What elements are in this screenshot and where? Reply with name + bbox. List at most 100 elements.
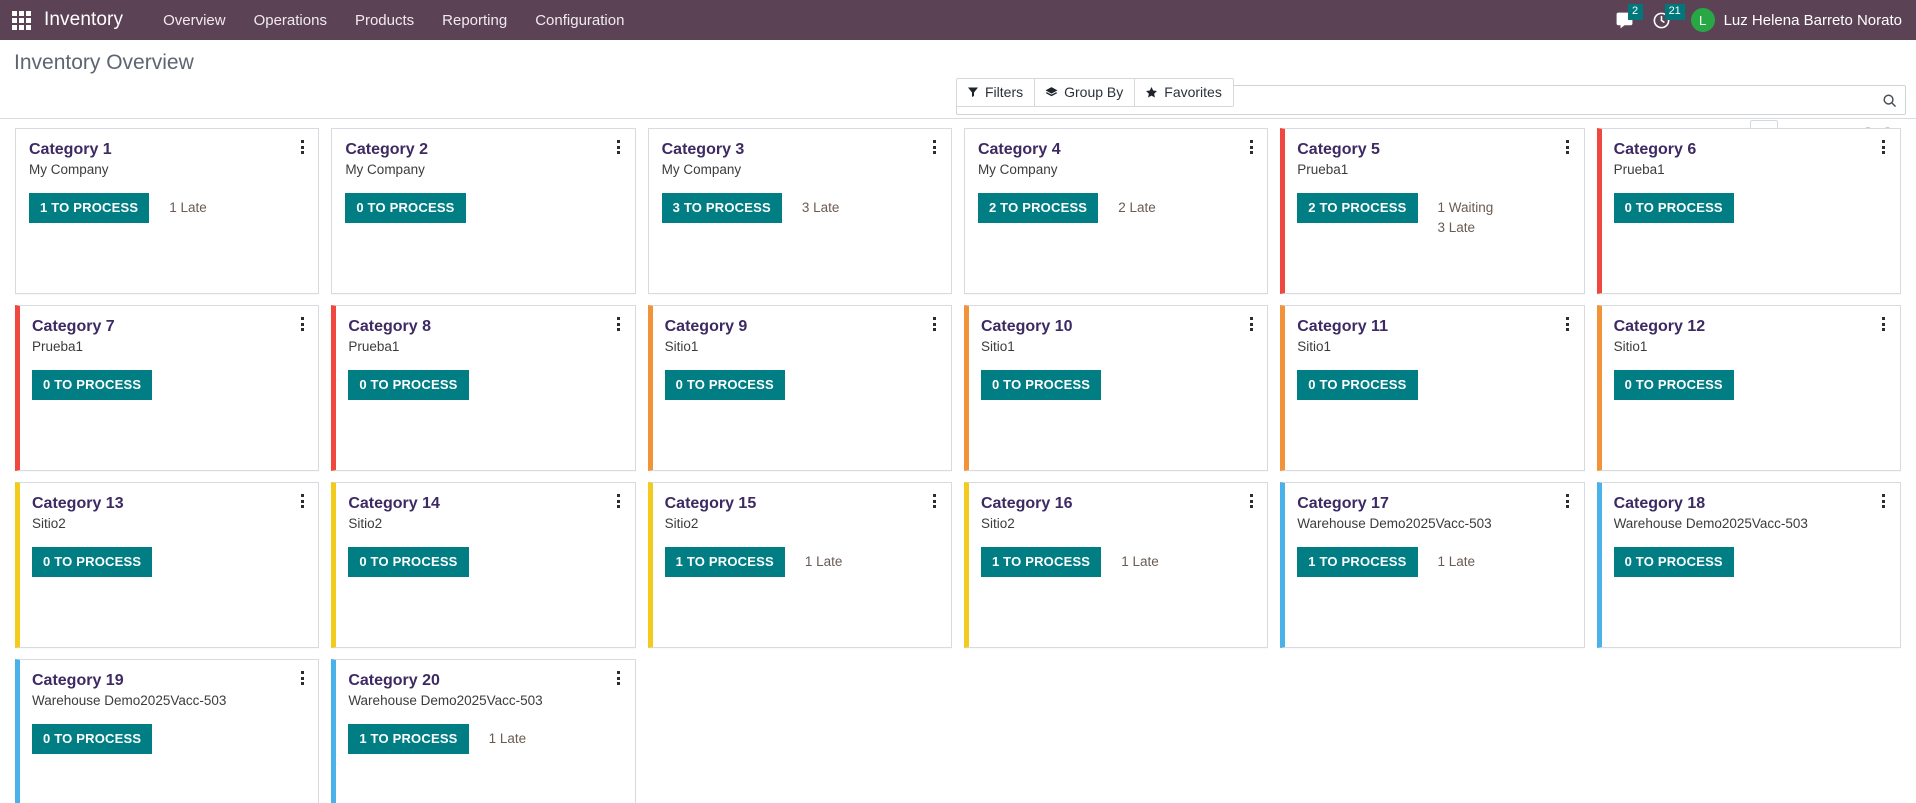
to-process-button[interactable]: 0 TO PROCESS — [32, 547, 153, 578]
kebab-menu-icon[interactable] — [1244, 315, 1258, 333]
messages-menu[interactable]: 2 — [1615, 3, 1643, 30]
filters-dropdown-button[interactable]: Filters — [957, 79, 1036, 106]
menu-item-overview[interactable]: Overview — [149, 3, 240, 38]
kanban-card[interactable]: Category 11 Sitio1 0 TO PROCESS — [1280, 305, 1585, 471]
kanban-card-stat-link[interactable]: 1 Late — [1438, 554, 1476, 570]
app-brand-inventory[interactable]: Inventory — [44, 9, 123, 31]
kanban-card-body: 0 TO PROCESS — [348, 370, 621, 401]
avatar: L — [1690, 8, 1715, 32]
kanban-card-container: Category 11 Sitio1 0 TO PROCESS — [1274, 305, 1590, 482]
kanban-card-container: Category 12 Sitio1 0 TO PROCESS — [1591, 305, 1907, 482]
kanban-card-stat-link[interactable]: 1 Late — [489, 731, 527, 747]
search-icon[interactable] — [1882, 93, 1897, 108]
kanban-card[interactable]: Category 13 Sitio2 0 TO PROCESS — [15, 482, 320, 648]
kanban-card-subtitle: Sitio1 — [664, 339, 699, 355]
kanban-card-container: Category 1 My Company 1 TO PROCESS 1 Late — [9, 128, 325, 305]
kebab-menu-icon[interactable] — [295, 669, 309, 687]
to-process-button[interactable]: 0 TO PROCESS — [1613, 370, 1734, 401]
to-process-button[interactable]: 0 TO PROCESS — [980, 370, 1102, 401]
activities-menu[interactable]: 21 — [1652, 3, 1685, 30]
kebab-menu-icon[interactable] — [928, 315, 942, 333]
kanban-card-stat-link[interactable]: 3 Late — [802, 200, 840, 216]
kebab-menu-icon[interactable] — [295, 138, 309, 156]
kanban-card-container: Category 6 Prueba1 0 TO PROCESS — [1591, 128, 1907, 305]
kanban-card-stat-link[interactable]: 1 Late — [169, 200, 207, 216]
menu-item-products[interactable]: Products — [341, 3, 428, 38]
to-process-button[interactable]: 0 TO PROCESS — [348, 547, 469, 578]
user-menu[interactable]: L Luz Helena Barreto Norato — [1690, 8, 1902, 32]
kanban-card[interactable]: Category 4 My Company 2 TO PROCESS 2 Late — [963, 128, 1269, 294]
kebab-menu-icon[interactable] — [1877, 315, 1891, 333]
kanban-card[interactable]: Category 14 Sitio2 0 TO PROCESS — [331, 482, 636, 648]
kanban-card-container: Category 9 Sitio1 0 TO PROCESS — [642, 305, 958, 482]
kanban-card-container: Category 17 Warehouse Demo2025Vacc-503 1 T… — [1274, 482, 1590, 659]
kebab-menu-icon[interactable] — [1244, 492, 1258, 510]
menu-item-reporting[interactable]: Reporting — [428, 3, 521, 38]
to-process-button[interactable]: 3 TO PROCESS — [661, 193, 782, 224]
to-process-button[interactable]: 1 TO PROCESS — [29, 193, 150, 224]
kebab-menu-icon[interactable] — [295, 315, 309, 333]
to-process-button[interactable]: 0 TO PROCESS — [1297, 370, 1418, 401]
kebab-menu-icon[interactable] — [612, 138, 626, 156]
kanban-card[interactable]: Category 10 Sitio1 0 TO PROCESS — [963, 305, 1269, 471]
kanban-card-body: 0 TO PROCESS — [664, 370, 938, 401]
kanban-card[interactable]: Category 20 Warehouse Demo2025Vacc-503 1 T… — [331, 659, 636, 803]
to-process-button[interactable]: 1 TO PROCESS — [664, 547, 785, 578]
kanban-card-container: Category 5 Prueba1 2 TO PROCESS 1 Waiting 3 … — [1274, 128, 1590, 305]
kanban-card-stats: 1 Late — [169, 193, 207, 216]
to-process-button[interactable]: 0 TO PROCESS — [348, 370, 469, 401]
kebab-menu-icon[interactable] — [612, 669, 626, 687]
kanban-card[interactable]: Category 9 Sitio1 0 TO PROCESS — [647, 305, 952, 471]
kebab-menu-icon[interactable] — [1244, 138, 1258, 156]
kanban-card-subtitle: Sitio2 — [664, 516, 699, 532]
kebab-menu-icon[interactable] — [612, 492, 626, 510]
kanban-card[interactable]: Category 18 Warehouse Demo2025Vacc-503 0 T… — [1596, 482, 1901, 648]
to-process-button[interactable]: 1 TO PROCESS — [348, 724, 469, 755]
kanban-card[interactable]: Category 12 Sitio1 0 TO PROCESS — [1596, 305, 1901, 471]
kanban-card[interactable]: Category 17 Warehouse Demo2025Vacc-503 1 T… — [1280, 482, 1585, 648]
to-process-button[interactable]: 2 TO PROCESS — [1297, 193, 1418, 224]
kanban-card-stat-link[interactable]: 3 Late — [1438, 220, 1494, 236]
to-process-button[interactable]: 0 TO PROCESS — [1613, 547, 1734, 578]
kebab-menu-icon[interactable] — [612, 315, 626, 333]
kanban-card-stat-link[interactable]: 1 Late — [1121, 554, 1159, 570]
kebab-menu-icon[interactable] — [295, 492, 309, 510]
kanban-card[interactable]: Category 7 Prueba1 0 TO PROCESS — [15, 305, 320, 471]
to-process-button[interactable]: 1 TO PROCESS — [980, 547, 1102, 578]
kanban-card-container: Category 10 Sitio1 0 TO PROCESS — [958, 305, 1274, 482]
kebab-menu-icon[interactable] — [1877, 492, 1891, 510]
kanban-card[interactable]: Category 8 Prueba1 0 TO PROCESS — [331, 305, 636, 471]
to-process-button[interactable]: 0 TO PROCESS — [32, 370, 153, 401]
kanban-card-stat-link[interactable]: 1 Waiting — [1438, 200, 1494, 216]
apps-grid-icon[interactable] — [10, 9, 32, 31]
group-by-dropdown-button[interactable]: Group By — [1035, 79, 1136, 106]
to-process-button[interactable]: 0 TO PROCESS — [1613, 193, 1734, 224]
to-process-button[interactable]: 0 TO PROCESS — [345, 193, 466, 224]
kebab-menu-icon[interactable] — [928, 138, 942, 156]
favorites-dropdown-button[interactable]: Favorites — [1135, 79, 1233, 106]
kanban-card-title: Category 18 — [1613, 495, 1706, 512]
kanban-card[interactable]: Category 5 Prueba1 2 TO PROCESS 1 Waiting 3 … — [1280, 128, 1585, 294]
menu-item-configuration[interactable]: Configuration — [521, 3, 638, 38]
to-process-button[interactable]: 1 TO PROCESS — [1297, 547, 1418, 578]
kebab-menu-icon[interactable] — [1561, 138, 1575, 156]
kanban-card[interactable]: Category 2 My Company 0 TO PROCESS — [331, 128, 636, 294]
menu-item-operations[interactable]: Operations — [240, 3, 341, 38]
kanban-card-stat-link[interactable]: 1 Late — [805, 554, 843, 570]
to-process-button[interactable]: 0 TO PROCESS — [664, 370, 785, 401]
kanban-card[interactable]: Category 6 Prueba1 0 TO PROCESS — [1596, 128, 1901, 294]
kebab-menu-icon[interactable] — [1561, 492, 1575, 510]
kanban-card-body: 0 TO PROCESS — [32, 724, 305, 755]
kanban-card[interactable]: Category 19 Warehouse Demo2025Vacc-503 0 T… — [15, 659, 320, 803]
to-process-button[interactable]: 0 TO PROCESS — [32, 724, 153, 755]
kanban-card[interactable]: Category 3 My Company 3 TO PROCESS 3 Late — [647, 128, 952, 294]
kanban-card-subtitle: Sitio2 — [32, 516, 66, 532]
kanban-card-stat-link[interactable]: 2 Late — [1118, 200, 1156, 216]
to-process-button[interactable]: 2 TO PROCESS — [977, 193, 1099, 224]
kanban-card[interactable]: Category 16 Sitio2 1 TO PROCESS 1 Late — [963, 482, 1269, 648]
kebab-menu-icon[interactable] — [1561, 315, 1575, 333]
kanban-card[interactable]: Category 15 Sitio2 1 TO PROCESS 1 Late — [647, 482, 952, 648]
kanban-card[interactable]: Category 1 My Company 1 TO PROCESS 1 Late — [15, 128, 320, 294]
kebab-menu-icon[interactable] — [928, 492, 942, 510]
kebab-menu-icon[interactable] — [1877, 138, 1891, 156]
